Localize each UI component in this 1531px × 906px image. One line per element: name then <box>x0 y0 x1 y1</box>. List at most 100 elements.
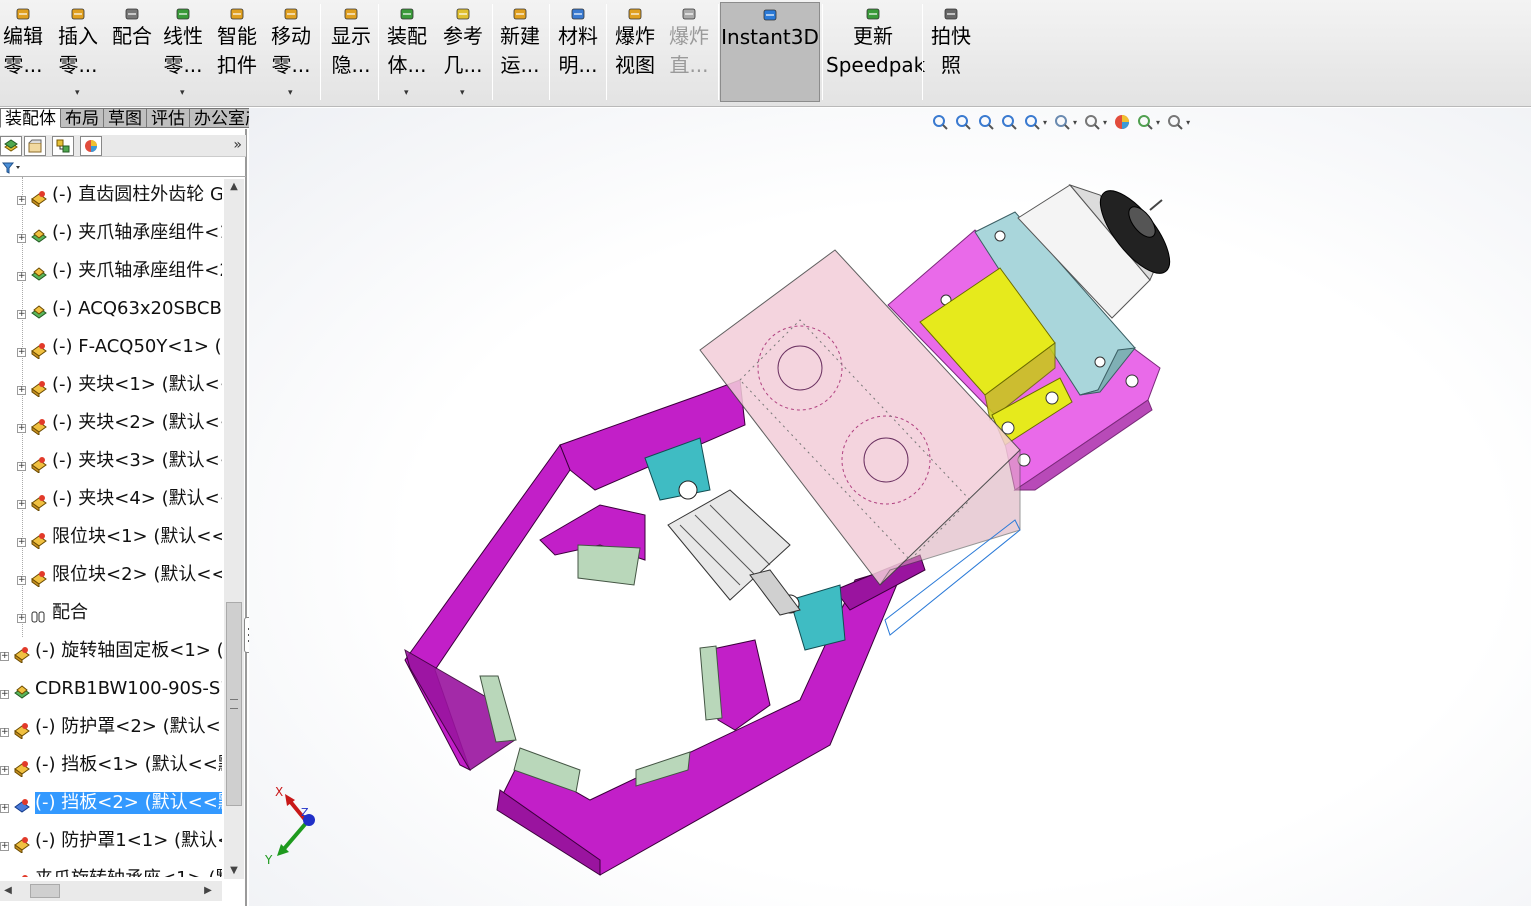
toolbar-separator <box>606 4 607 100</box>
property-manager-icon <box>28 139 42 153</box>
new-motion-study-button[interactable]: 新建 运... <box>497 2 543 102</box>
vertical-scroll-thumb[interactable] <box>226 602 242 806</box>
update-speedpak-button[interactable]: 更新 Speedpak <box>826 2 925 102</box>
bill-of-materials-button[interactable]: 材料 明... <box>555 2 601 102</box>
assembly-model[interactable] <box>249 108 1531 906</box>
tree-item[interactable]: + (-) 夹块<3> (默认<< <box>0 443 222 477</box>
expand-toggle-icon[interactable]: + <box>0 842 9 851</box>
move-component-button[interactable]: 移动 零... ▾ <box>268 2 314 102</box>
expand-toggle-icon[interactable]: + <box>17 462 26 471</box>
expand-toggle-icon[interactable]: + <box>0 728 9 737</box>
tree-item[interactable]: + CDRB1BW100-90S-S7 <box>0 671 222 705</box>
tree-item[interactable]: + (-) 挡板<2> (默认<<默 <box>0 785 222 819</box>
tree-item[interactable]: + (-) 防护罩<2> (默认<< <box>0 709 222 743</box>
expand-toggle-icon[interactable]: + <box>17 196 26 205</box>
expand-toggle-icon[interactable]: + <box>0 652 9 661</box>
assembly-features-icon <box>400 8 414 20</box>
tree-horizontal-scrollbar[interactable]: ◀ ▶ <box>0 881 222 901</box>
tree-item[interactable]: + 限位块<2> (默认<<默 <box>0 557 222 591</box>
expand-toggle-icon[interactable]: + <box>0 804 9 813</box>
part-icon <box>31 191 47 207</box>
dropdown-arrow-icon[interactable]: ▾ <box>460 89 465 98</box>
command-manager-toolbar: 编辑 零... 插入 零... ▾ 配合 线性 零... ▾ 智能 扣件 移动 零... ▾ 显示 隐... 装… <box>0 0 1531 107</box>
tree-filter-bar[interactable] <box>0 159 246 177</box>
smart-fasteners-button[interactable]: 智能 扣件 <box>214 2 260 102</box>
scroll-up-arrow-icon[interactable]: ▲ <box>224 179 244 195</box>
edit-component-icon <box>16 8 30 20</box>
tree-item[interactable]: + (-) 夹块<2> (默认<< <box>0 405 222 439</box>
expand-toggle-icon[interactable]: + <box>17 348 26 357</box>
subassembly-icon <box>31 305 47 319</box>
command-tab[interactable]: 布局 <box>61 108 104 129</box>
tree-item[interactable]: + (-) F-ACQ50Y<1> (I <box>0 329 222 363</box>
scroll-right-arrow-icon[interactable]: ▶ <box>200 881 216 901</box>
expand-toggle-icon[interactable]: + <box>17 424 26 433</box>
expand-toggle-icon[interactable]: + <box>17 386 26 395</box>
tree-item[interactable]: + (-) 夹爪轴承座组件<1 <box>0 215 222 249</box>
dropdown-arrow-icon[interactable]: ▾ <box>75 89 80 98</box>
tree-item[interactable]: +夹爪旋转轴承座<1> (默 <box>0 861 222 877</box>
mate-button[interactable]: 配合 <box>110 2 154 102</box>
filter-icon[interactable] <box>2 161 24 175</box>
command-tab[interactable]: 草图 <box>104 108 147 129</box>
show-hidden-button[interactable]: 显示 隐... <box>328 2 374 102</box>
command-tab[interactable]: 评估 <box>147 108 190 129</box>
explode-line-button[interactable]: 爆炸 直... <box>666 2 712 102</box>
tree-item[interactable]: + (-) 夹块<4> (默认<< <box>0 481 222 515</box>
part-icon <box>31 457 47 473</box>
expand-toggle-icon[interactable]: + <box>17 614 26 623</box>
part-icon <box>31 495 47 511</box>
tree-vertical-scrollbar[interactable]: ▲ ▼ <box>224 179 244 879</box>
panel-expand-button[interactable]: » <box>233 137 242 153</box>
snapshot-button[interactable]: 拍快照 <box>928 2 974 102</box>
expand-toggle-icon[interactable]: + <box>17 272 26 281</box>
expand-toggle-icon[interactable]: + <box>17 234 26 243</box>
expand-toggle-icon[interactable]: + <box>17 576 26 585</box>
exploded-view-button[interactable]: 爆炸 视图 <box>612 2 658 102</box>
configuration-manager-tab[interactable] <box>52 136 74 156</box>
edit-component-button[interactable]: 编辑 零... <box>0 2 46 102</box>
scroll-down-arrow-icon[interactable]: ▼ <box>224 863 244 879</box>
feature-manager-tab[interactable] <box>0 136 22 156</box>
dropdown-arrow-icon[interactable]: ▾ <box>180 89 185 98</box>
dropdown-arrow-icon[interactable]: ▾ <box>404 89 409 98</box>
toolbar-button-label: 插入 <box>58 24 98 48</box>
insert-components-button[interactable]: 插入 零... ▾ <box>56 2 100 102</box>
toolbar-button-label: 材料 <box>558 24 598 48</box>
display-manager-icon <box>85 140 97 152</box>
graphics-area[interactable]: ▾ ▾ ▾ ▾ ▾ X Z Y <box>249 108 1531 906</box>
expand-toggle-icon[interactable]: + <box>0 766 9 775</box>
toolbar-button-label-line2: 体... <box>387 53 427 77</box>
air-cylinder[interactable] <box>667 489 801 616</box>
tree-item[interactable]: + 限位块<1> (默认<<默 <box>0 519 222 553</box>
snapshot-icon <box>944 8 958 20</box>
tree-item[interactable]: + (-) 直齿圆柱外齿轮 G <box>0 177 222 211</box>
expand-toggle-icon[interactable]: + <box>17 310 26 319</box>
toolbar-button-label-line2: 隐... <box>331 53 371 77</box>
tree-item[interactable]: + (-) 挡板<1> (默认<<默 <box>0 747 222 781</box>
subassembly-icon <box>31 267 47 281</box>
expand-toggle-icon[interactable]: + <box>17 500 26 509</box>
tree-item[interactable]: + (-) 夹块<1> (默认<< <box>0 367 222 401</box>
exploded-view-icon <box>628 8 642 20</box>
horizontal-scroll-thumb[interactable] <box>30 884 60 898</box>
smart-fasteners-icon <box>230 8 244 20</box>
instant3d-button[interactable]: Instant3D <box>720 2 820 102</box>
assembly-features-button[interactable]: 装配 体... ▾ <box>384 2 430 102</box>
expand-toggle-icon[interactable]: + <box>0 690 9 699</box>
dropdown-arrow-icon[interactable]: ▾ <box>288 89 293 98</box>
property-manager-tab[interactable] <box>24 136 46 156</box>
tree-item[interactable]: + (-) ACQ63x20SBCB( <box>0 291 222 325</box>
tree-item[interactable]: + (-) 旋转轴固定板<1> (默 <box>0 633 222 667</box>
display-manager-tab[interactable] <box>80 136 102 156</box>
clamp-pads[interactable] <box>479 544 723 793</box>
expand-toggle-icon[interactable]: + <box>17 538 26 547</box>
command-tab[interactable]: 装配体 <box>0 108 61 129</box>
tree-item[interactable]: + (-) 夹爪轴承座组件<2 <box>0 253 222 287</box>
tree-item[interactable]: + 配合 <box>0 595 222 629</box>
linear-pattern-button[interactable]: 线性 零... ▾ <box>160 2 206 102</box>
reference-geometry-button[interactable]: 参考 几... ▾ <box>440 2 486 102</box>
scroll-left-arrow-icon[interactable]: ◀ <box>0 881 16 901</box>
toolbar-button-label-line2: 零... <box>271 53 311 77</box>
tree-item[interactable]: + (-) 防护罩1<1> (默认< <box>0 823 222 857</box>
